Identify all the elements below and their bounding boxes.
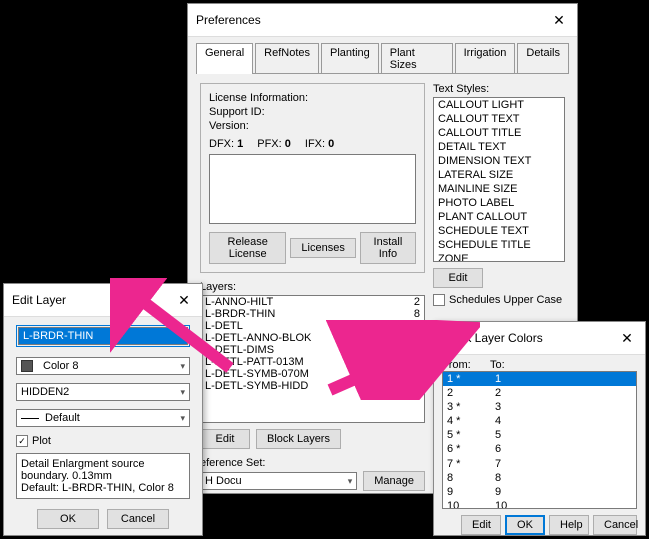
layer-desc-box: Detail Enlargment source boundary. 0.13m… — [16, 453, 190, 499]
color-row: 1010 — [443, 499, 636, 509]
color-row: 99 — [443, 485, 636, 499]
block-layer-colors-dialog: Block Layer Colors ✕ From: To: 1 *1 22 3… — [433, 321, 646, 536]
layer-item: L-BRDR-THIN8 — [201, 308, 424, 320]
from-header: From: — [442, 359, 490, 371]
color-row: 3 *3 — [443, 400, 636, 414]
lineweight-select[interactable]: Default▾ — [16, 409, 190, 427]
color-row: 88 — [443, 471, 636, 485]
edit-layer-title: Edit Layer — [12, 293, 66, 307]
color-row: 5 *5 — [443, 428, 636, 442]
linetype-select[interactable]: HIDDEN2▾ — [16, 383, 190, 401]
support-id-label: Support ID: — [209, 106, 416, 118]
ok-button[interactable]: OK — [505, 515, 545, 535]
color-row: 4 *4 — [443, 414, 636, 428]
layers-group: Layers: L-ANNO-HILT2 L-BRDR-THIN8 L-DETL… — [200, 281, 425, 449]
layer-item: L-DETL-SYMB-070M7 — [201, 368, 424, 380]
checkbox-icon — [433, 294, 445, 306]
close-icon[interactable]: ✕ — [549, 10, 569, 30]
layer-item: L-DETL-ANNO-BLOK0 — [201, 332, 424, 344]
checkbox-checked-icon: ✓ — [16, 435, 28, 447]
color-row: 7 *7 — [443, 457, 636, 471]
upper-checkbox[interactable]: Schedules Upper Case — [433, 294, 565, 306]
manage-button[interactable]: Manage — [363, 471, 425, 491]
layer-name-input[interactable]: L-BRDR-THIN — [18, 327, 188, 345]
prefset-select[interactable]: H Docu▾ — [200, 472, 357, 490]
block-layers-button[interactable]: Block Layers — [256, 429, 341, 449]
tabs-bar: General RefNotes Planting Plant Sizes Ir… — [188, 37, 577, 74]
prefset-group: eference Set: H Docu▾ Manage — [200, 457, 425, 491]
help-button[interactable]: Help — [549, 515, 589, 535]
color-row: 22 — [443, 386, 636, 400]
close-icon[interactable]: ✕ — [617, 328, 637, 348]
install-info-button[interactable]: Install Info — [360, 232, 416, 264]
tab-details[interactable]: Details — [517, 43, 569, 74]
chevron-down-icon: ▾ — [180, 413, 185, 424]
layers-heading: Layers: — [200, 281, 425, 293]
close-icon[interactable]: ✕ — [174, 290, 194, 310]
color-row: 6 *6 — [443, 442, 636, 456]
edit-layer-titlebar: Edit Layer ✕ — [4, 284, 202, 317]
tab-general[interactable]: General — [196, 43, 253, 74]
preferences-title: Preferences — [196, 13, 261, 27]
version-label: Version: — [209, 120, 416, 132]
color-select[interactable]: Color 8 ▾ — [16, 357, 190, 375]
chevron-down-icon: ▾ — [180, 387, 185, 398]
colors-listbox[interactable]: 1 *1 22 3 *3 4 *4 5 *5 6 *6 7 *7 88 99 1… — [442, 371, 637, 509]
cancel-button[interactable]: Cancel — [593, 515, 637, 535]
layers-listbox[interactable]: L-ANNO-HILT2 L-BRDR-THIN8 L-DETL0 L-DETL… — [200, 295, 425, 423]
edit-button[interactable]: Edit — [461, 515, 501, 535]
tab-refnotes[interactable]: RefNotes — [255, 43, 319, 74]
tab-irrigation[interactable]: Irrigation — [455, 43, 516, 74]
layer-item: L-DETL-DIMS4 — [201, 344, 424, 356]
textstyles-edit-button[interactable]: Edit — [433, 268, 483, 288]
color-row: 1 *1 — [443, 372, 636, 386]
layers-edit-button[interactable]: Edit — [200, 429, 250, 449]
textstyles-heading: Text Styles: — [433, 83, 565, 95]
plot-checkbox[interactable]: ✓ Plot — [16, 435, 190, 447]
release-license-button[interactable]: Release License — [209, 232, 286, 264]
ok-button[interactable]: OK — [37, 509, 99, 529]
chevron-down-icon: ▾ — [348, 476, 353, 487]
edit-layer-dialog: Edit Layer ✕ L-BRDR-THIN Color 8 ▾ HIDDE… — [3, 283, 203, 536]
layer-item: L-DETL-SYMB-HIDD0 — [201, 380, 424, 392]
layer-item: L-DETL-PATT-013M5 — [201, 356, 424, 368]
preferences-titlebar: Preferences ✕ — [188, 4, 577, 37]
block-colors-titlebar: Block Layer Colors ✕ — [434, 322, 645, 355]
to-header: To: — [490, 359, 505, 371]
tab-plantsizes[interactable]: Plant Sizes — [381, 43, 453, 74]
textstyles-listbox[interactable]: CALLOUT LIGHT CALLOUT TEXT CALLOUT TITLE… — [433, 97, 565, 262]
layer-item: L-ANNO-HILT2 — [201, 296, 424, 308]
cancel-button[interactable]: Cancel — [107, 509, 169, 529]
color-swatch-icon — [21, 360, 33, 372]
license-info-box — [209, 154, 416, 224]
prefset-heading: eference Set: — [200, 457, 425, 469]
license-group: License Information: Support ID: Version… — [200, 83, 425, 273]
chevron-down-icon: ▾ — [180, 361, 185, 372]
tab-planting[interactable]: Planting — [321, 43, 379, 74]
license-heading: License Information: — [209, 92, 416, 104]
layer-item: L-DETL0 — [201, 320, 424, 332]
textstyles-group: Text Styles: CALLOUT LIGHT CALLOUT TEXT … — [433, 83, 565, 306]
block-colors-title: Block Layer Colors — [442, 331, 543, 345]
licenses-button[interactable]: Licenses — [290, 238, 355, 258]
